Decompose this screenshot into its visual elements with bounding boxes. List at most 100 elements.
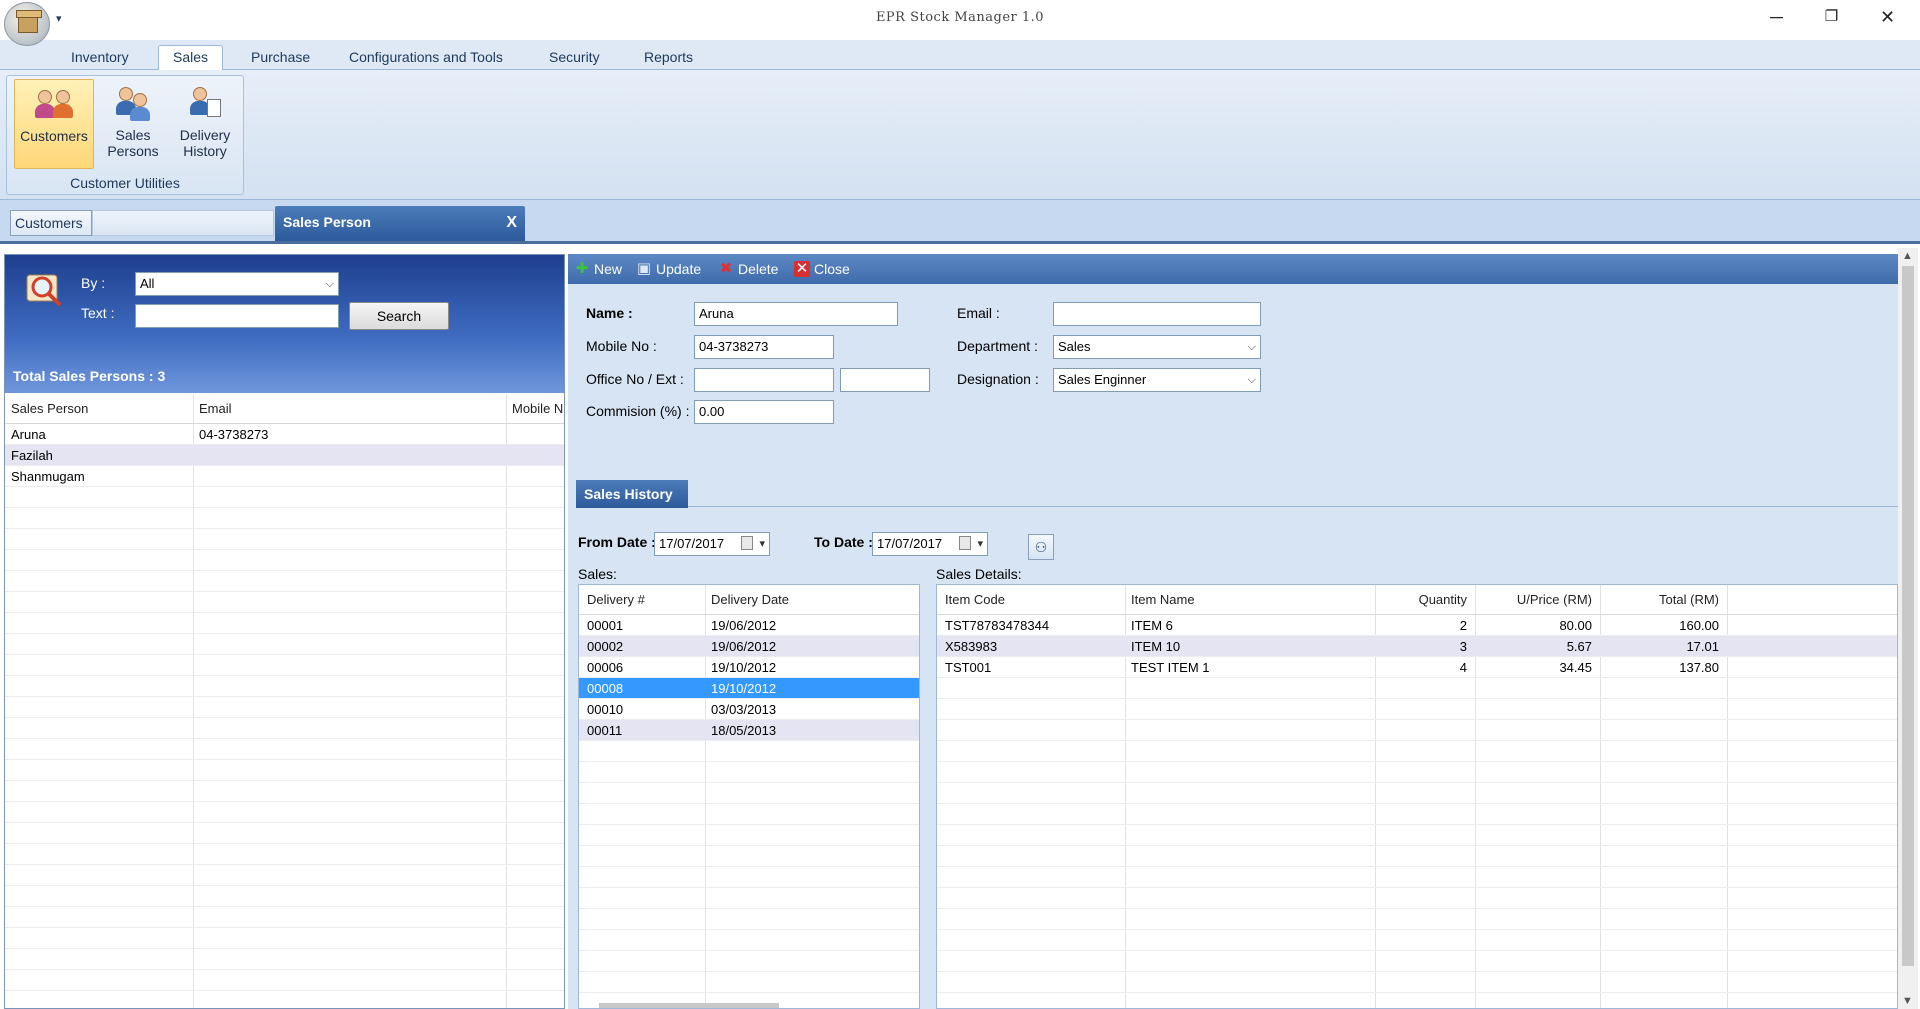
empty-row — [5, 697, 564, 718]
col-item-code[interactable]: Item Code — [945, 592, 1005, 607]
empty-row — [5, 508, 564, 529]
col-delivery-number[interactable]: Delivery # — [587, 592, 645, 607]
empty-row — [5, 865, 564, 886]
table-row[interactable]: 00002 19/06/2012 — [579, 636, 919, 657]
restore-button[interactable]: ❐ — [1804, 0, 1859, 34]
search-by-select[interactable]: All ⌵ — [135, 272, 339, 296]
tab-security[interactable]: Security — [535, 46, 614, 70]
mobile-label: Mobile No : — [586, 338, 657, 354]
close-tab-icon[interactable]: X — [506, 206, 517, 239]
scroll-thumb[interactable] — [1902, 266, 1914, 966]
cell-delivery-number: 00002 — [587, 639, 624, 654]
cell-delivery-number: 00001 — [587, 618, 624, 633]
delivery-history-button[interactable]: Delivery History — [165, 79, 245, 169]
close-window-button[interactable]: ✕ — [1860, 0, 1915, 34]
horizontal-scrollbar[interactable] — [599, 1003, 779, 1008]
col-email[interactable]: Email — [199, 401, 232, 416]
grid-header: Item Code Item Name Quantity U/Price (RM… — [937, 585, 1897, 615]
mobile-field[interactable]: 04-3738273 — [694, 335, 834, 359]
empty-row — [5, 928, 564, 949]
cell-email: 04-3738273 — [199, 427, 269, 442]
table-row[interactable]: 00001 19/06/2012 — [579, 615, 919, 636]
minimize-button[interactable]: ─ — [1749, 0, 1804, 34]
to-date-picker[interactable]: 17/07/2017 ▾ — [872, 532, 988, 556]
update-button[interactable]: ▣ Update — [634, 259, 701, 279]
tab-inventory[interactable]: Inventory — [57, 46, 143, 70]
table-row[interactable]: X583983 ITEM 10 3 5.67 17.01 — [937, 636, 1897, 657]
empty-row — [579, 867, 919, 888]
ribbon-panel: Customers Sales Persons Delivery History… — [0, 70, 1920, 200]
customer-utilities-group: Customers Sales Persons Delivery History… — [6, 75, 244, 195]
ribbon-tab-bar: Inventory Sales Purchase Configurations … — [0, 40, 1920, 71]
col-mobile[interactable]: Mobile N — [512, 401, 563, 416]
col-delivery-date[interactable]: Delivery Date — [711, 592, 789, 607]
detail-rows: TST78783478344 ITEM 6 2 80.00 160.00 X583983 I… — [937, 615, 1897, 993]
col-unit-price[interactable]: U/Price (RM) — [1517, 592, 1592, 607]
grid-header: Sales Person Email Mobile N — [5, 394, 564, 424]
total-sales-persons: Total Sales Persons : 3 — [13, 368, 166, 384]
table-row[interactable]: 00008 19/10/2012 — [579, 678, 919, 699]
tab-sales-history[interactable]: Sales History — [576, 480, 688, 508]
col-total[interactable]: Total (RM) — [1659, 592, 1719, 607]
delete-button[interactable]: ✖ Delete — [716, 259, 779, 279]
tab-sales[interactable]: Sales — [158, 45, 224, 71]
empty-row — [5, 676, 564, 697]
cell-delivery-number: 00008 — [587, 681, 624, 696]
scroll-down-icon[interactable]: ▼ — [1902, 995, 1913, 1007]
col-sales-person[interactable]: Sales Person — [11, 401, 88, 416]
cell-name: Shanmugam — [11, 469, 85, 484]
ext-field[interactable] — [840, 368, 930, 392]
document-tab-bar: Customers Sales Person X — [0, 200, 1920, 244]
record-toolbar: ✚ New ▣ Update ✖ Delete ✕ Close — [568, 254, 1898, 284]
empty-row — [5, 634, 564, 655]
chevron-down-icon: ▾ — [977, 538, 983, 550]
table-row[interactable]: Shanmugam — [5, 466, 564, 487]
table-row[interactable]: 00010 03/03/2013 — [579, 699, 919, 720]
binoculars-icon: ⚇ — [1034, 539, 1048, 555]
search-text-input[interactable] — [135, 304, 339, 328]
from-date-value: 17/07/2017 — [659, 536, 725, 551]
table-row[interactable]: 00006 19/10/2012 — [579, 657, 919, 678]
doc-tab-sales-person[interactable]: Sales Person X — [275, 206, 525, 241]
from-date-picker[interactable]: 17/07/2017 ▾ — [654, 532, 770, 556]
tab-reports[interactable]: Reports — [630, 46, 707, 70]
office-field[interactable] — [694, 368, 834, 392]
table-row[interactable]: Fazilah — [5, 445, 564, 466]
customers-button[interactable]: Customers — [14, 79, 94, 169]
tab-configurations-and-tools[interactable]: Configurations and Tools — [335, 46, 517, 70]
empty-row — [937, 909, 1897, 930]
email-field[interactable] — [1053, 302, 1261, 326]
delete-icon: ✖ — [719, 260, 733, 277]
commision-field[interactable]: 0.00 — [694, 400, 834, 424]
office-label: Office No / Ext : — [586, 371, 684, 387]
table-row[interactable]: 00011 18/05/2013 — [579, 720, 919, 741]
search-header: By : All ⌵ Text : Search Total Sales Per… — [5, 255, 564, 393]
table-row[interactable]: TST78783478344 ITEM 6 2 80.00 160.00 — [937, 615, 1897, 636]
table-row[interactable]: Aruna 04-3738273 — [5, 424, 564, 445]
designation-select[interactable]: Sales Enginner ⌵ — [1053, 368, 1261, 392]
col-item-name[interactable]: Item Name — [1131, 592, 1195, 607]
table-row[interactable]: TST001 TEST ITEM 1 4 34.45 137.80 — [937, 657, 1897, 678]
sales-persons-button[interactable]: Sales Persons — [93, 79, 173, 169]
group-label: Customer Utilities — [70, 175, 180, 191]
application-menu-button[interactable] — [4, 2, 50, 46]
vertical-scrollbar[interactable]: ▲ ▼ — [1898, 248, 1918, 1009]
department-select[interactable]: Sales ⌵ — [1053, 335, 1261, 359]
name-field[interactable]: Aruna — [694, 302, 898, 326]
name-label: Name : — [586, 305, 633, 321]
empty-row — [937, 783, 1897, 804]
scroll-up-icon[interactable]: ▲ — [1902, 250, 1913, 262]
chevron-down-icon: ⌵ — [1247, 374, 1256, 386]
sales-persons-grid: Sales Person Email Mobile N Aruna 04-373… — [5, 394, 564, 1008]
tab-purchase[interactable]: Purchase — [237, 46, 324, 70]
new-button[interactable]: ✚ New — [572, 259, 622, 279]
close-button[interactable]: ✕ Close — [792, 259, 850, 279]
search-button[interactable]: Search — [349, 302, 449, 330]
doc-tab-customers[interactable]: Customers — [10, 210, 92, 236]
sales-grid: Delivery # Delivery Date 00001 19/06/2012… — [578, 584, 920, 1009]
chevron-down-icon: ▾ — [759, 538, 765, 550]
find-button[interactable]: ⚇ — [1028, 534, 1054, 560]
empty-row — [5, 886, 564, 907]
sales-persons-icon — [111, 85, 155, 125]
col-quantity[interactable]: Quantity — [1419, 592, 1467, 607]
